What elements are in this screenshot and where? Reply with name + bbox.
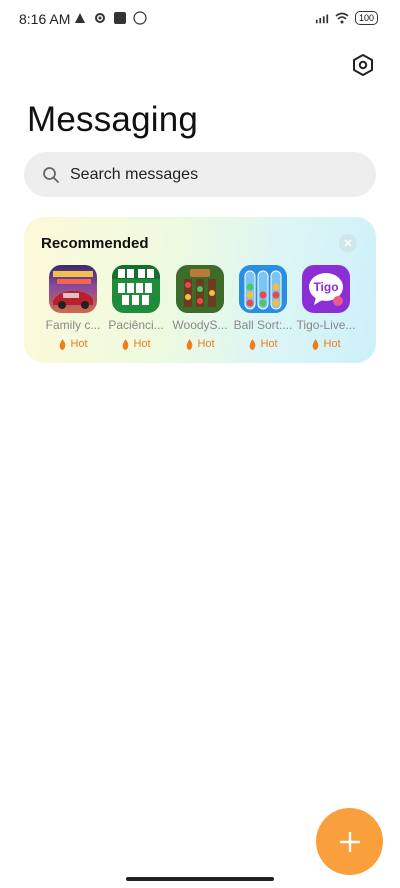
page-title: Messaging: [27, 100, 199, 139]
home-indicator[interactable]: [126, 877, 274, 881]
search-bar[interactable]: Search messages: [24, 152, 376, 197]
app-tile[interactable]: WoodyS... Hot: [168, 265, 232, 350]
search-icon: [43, 166, 59, 183]
flame-icon: [313, 338, 319, 350]
wifi-icon: [335, 12, 349, 24]
settings-icon: [353, 54, 373, 76]
app-tile[interactable]: Family c... Hot: [41, 265, 105, 350]
recommended-apps: Family c... Hot Paciênci... Hot WoodyS..…: [41, 265, 371, 355]
flame-icon: [60, 338, 66, 350]
tigo-icon-text: Tigo: [313, 280, 339, 294]
app-icon-woody-sort: [176, 265, 224, 313]
status-icons-left: [73, 11, 147, 25]
flame-icon: [123, 338, 129, 350]
hot-badge: Hot: [104, 338, 168, 350]
app-icon-street-driver: [49, 265, 97, 313]
app-icon-tigo: Tigo: [302, 265, 350, 313]
signal-icon: [315, 14, 329, 24]
app-label: Ball Sort:...: [233, 318, 293, 332]
recommended-title: Recommended: [41, 235, 149, 252]
compose-message-button[interactable]: [316, 808, 383, 875]
hot-badge: Hot: [168, 338, 232, 350]
square-icon: [114, 12, 126, 24]
search-placeholder: Search messages: [70, 165, 199, 183]
app-label: Paciênci...: [108, 318, 164, 332]
badge-icon: [133, 11, 147, 25]
settings-button[interactable]: [348, 50, 378, 80]
hot-badge: Hot: [231, 338, 295, 350]
notification-icon: [75, 13, 85, 23]
status-icons-right: 100: [315, 11, 378, 25]
app-tile[interactable]: Ball Sort:... Hot: [231, 265, 295, 350]
gear-small-icon: [95, 13, 105, 23]
app-icon-ball-sort: [239, 265, 287, 313]
app-icon-solitaire: [112, 265, 160, 313]
battery-indicator: 100: [354, 11, 378, 25]
app-label: WoodyS...: [172, 318, 228, 332]
app-label: Family c...: [45, 318, 101, 332]
close-recommended-button[interactable]: [339, 234, 357, 252]
recommended-card: Recommended Family c... Hot Paciênci... …: [24, 217, 376, 363]
flame-icon: [187, 338, 193, 350]
app-label: Tigo-Live...: [296, 318, 356, 332]
hot-badge: Hot: [41, 338, 105, 350]
app-tile[interactable]: Tigo Tigo-Live... Hot: [294, 265, 358, 350]
close-icon: [344, 239, 352, 247]
status-bar: 8:16 AM 100: [0, 0, 400, 40]
hot-badge: Hot: [294, 338, 358, 350]
status-time: 8:16 AM: [19, 11, 71, 27]
flame-icon: [250, 338, 256, 350]
app-tile[interactable]: Paciênci... Hot: [104, 265, 168, 350]
plus-icon: [339, 831, 360, 852]
